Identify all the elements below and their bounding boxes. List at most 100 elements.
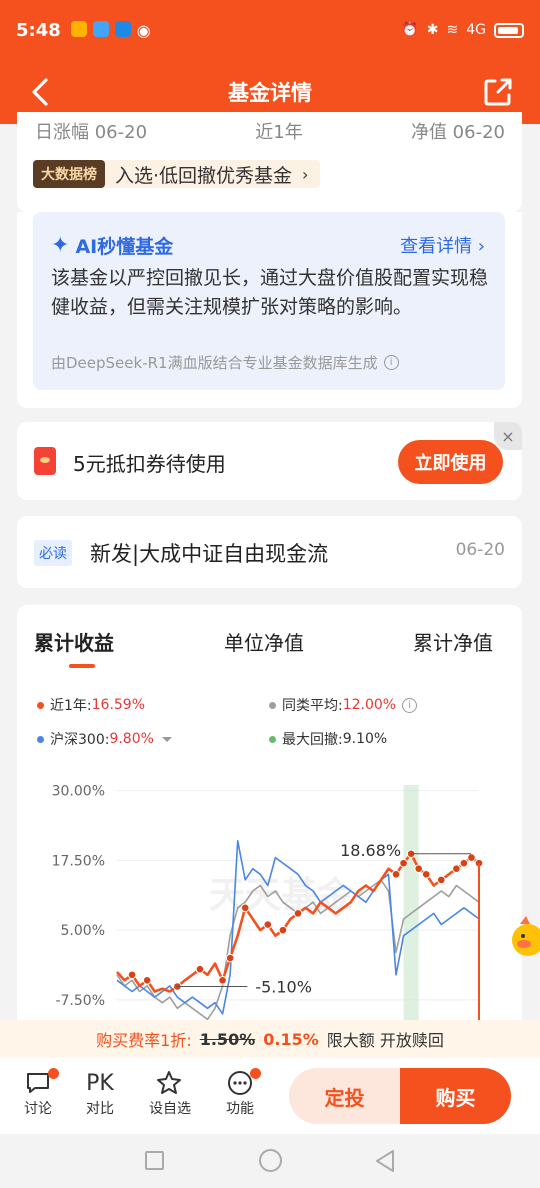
eye-icon: ◉ (136, 20, 151, 40)
legend-hs300-value: 9.80% (109, 731, 154, 747)
ai-more-label: 查看详情 (400, 236, 473, 257)
legend-drawdown-label: 最大回撤: (282, 732, 343, 748)
y-tick-label: 30.00% (52, 784, 105, 800)
fee-note: 限大额 开放赎回 (326, 1031, 444, 1050)
info-icon[interactable]: i (402, 697, 418, 713)
big-data-ranking[interactable]: 大数据榜 入选·低回撤优秀基金 › (33, 160, 321, 188)
more-dots-icon (215, 1068, 265, 1098)
ai-title: AI秒懂基金 (75, 236, 174, 258)
tab-cumulative-nav[interactable]: 累计净值 (413, 627, 493, 656)
watch-label: 设自选 (149, 1101, 191, 1117)
more-functions-button[interactable]: 功能 (215, 1068, 265, 1118)
alarm-icon: ⏰ (401, 22, 419, 38)
trade-point (293, 909, 303, 918)
discuss-label: 讨论 (24, 1101, 52, 1117)
tab-cumulative-return[interactable]: 累计收益 (34, 627, 114, 656)
legend-hs300-label: 沪深300: (50, 732, 110, 748)
message-notification-icon (92, 20, 109, 37)
bottom-action-bar: 讨论 PK 对比 设自选 功能 定投 购买 (0, 1058, 540, 1134)
discuss-button[interactable]: 讨论 (13, 1068, 63, 1118)
legend-dot-peer (269, 701, 276, 709)
legend-dot-drawdown (269, 735, 276, 743)
stat-nav-label: 净值 06-20 (410, 122, 505, 143)
stats-row-cut: 日涨幅 06-20 近1年 净值 06-20 (35, 118, 505, 144)
trade-point (225, 953, 235, 963)
trade-point (195, 964, 205, 974)
system-nav-bar (0, 1134, 540, 1188)
chevron-down-icon (161, 736, 172, 742)
notification-dot (250, 1068, 261, 1079)
page-title: 基金详情 (228, 81, 312, 105)
chat-bubble-icon (13, 1068, 63, 1098)
use-coupon-button[interactable]: 立即使用 (398, 440, 503, 484)
notification-icons: ◉ (70, 20, 151, 40)
legend-drawdown-value: 9.10% (342, 731, 388, 747)
fee-original: 1.50% (199, 1029, 256, 1049)
trade-point (452, 864, 461, 874)
legend-1y-label: 近1年: (50, 698, 92, 714)
back-arrow-icon[interactable] (22, 72, 62, 112)
ai-header: ✦ AI秒懂基金 (51, 232, 173, 259)
performance-card: 累计收益 单位净值 累计净值 近1年: 16.59% 同类平均: 12.00% … (17, 605, 522, 1035)
big-data-text: 入选·低回撤优秀基金 (115, 164, 293, 187)
buy-button[interactable]: 购买 (400, 1068, 511, 1124)
stat-1y-label: 近1年 (255, 122, 303, 143)
y-tick-label: -7.50% (55, 993, 105, 1009)
trade-point (459, 858, 469, 868)
mascot-icon[interactable] (506, 912, 540, 962)
app-notification-icon (70, 20, 87, 37)
system-back-icon[interactable] (373, 1148, 397, 1174)
return-chart[interactable]: 30.00%17.50%5.00%-7.50%天天基金18.68%-5.10% (17, 765, 522, 1025)
min-annotation-label: -5.10% (255, 977, 312, 996)
ai-body-text: 该基金以严控回撤见长，通过大盘价值股配置实现稳健收益，但需关注规模扩张对策略的影… (51, 267, 489, 318)
y-tick-label: 5.00% (61, 923, 105, 939)
trade-point (142, 976, 152, 985)
coupon-text: 5元抵扣券待使用 (73, 452, 226, 476)
ai-more-link[interactable]: 查看详情 › (400, 232, 485, 258)
fee-bar: 购买费率1折: 1.50% 0.15% 限大额 开放赎回 (0, 1020, 540, 1058)
legend-peer-value: 12.00% (342, 697, 397, 713)
wifi-icon: ≋ (446, 22, 459, 38)
fee-prefix: 购买费率1折: (96, 1031, 192, 1050)
star-plus-icon (145, 1068, 195, 1098)
trade-point (240, 903, 250, 913)
recent-apps-icon[interactable] (145, 1151, 164, 1170)
legend-hs300[interactable]: 沪深300: 9.80% (37, 729, 172, 749)
legend-dot-fund (37, 701, 44, 709)
tab-underline (69, 664, 95, 668)
home-icon[interactable] (259, 1149, 282, 1172)
trade-point (467, 853, 476, 862)
red-packet-icon (34, 447, 56, 475)
trade-point (436, 875, 446, 885)
close-icon[interactable]: × (494, 422, 522, 450)
sparkle-icon: ✦ (51, 233, 70, 258)
ai-footer: 由DeepSeek-R1满血版结合专业基金数据库生成 i (51, 352, 399, 373)
status-right: ⏰ ✱ ≋ 4G (401, 22, 524, 38)
chevron-right-icon: › (302, 164, 309, 184)
add-watchlist-button[interactable]: 设自选 (145, 1068, 195, 1118)
trade-point (399, 858, 408, 868)
trade-point (414, 864, 423, 874)
share-icon[interactable] (478, 72, 518, 112)
info-icon[interactable]: i (383, 355, 399, 370)
battery-icon (494, 22, 524, 38)
bluetooth-icon: ✱ (426, 22, 439, 38)
news-date: 06-20 (455, 540, 505, 560)
auto-invest-button[interactable]: 定投 (289, 1068, 400, 1124)
tab-unit-nav[interactable]: 单位净值 (224, 627, 304, 656)
status-time: 5:48 (16, 19, 61, 41)
fund-summary-card: 日涨幅 06-20 近1年 净值 06-20 大数据榜 入选·低回撤优秀基金 › (17, 112, 522, 212)
ai-footer-text: 由DeepSeek-R1满血版结合专业基金数据库生成 (51, 354, 378, 372)
legend-drawdown: 最大回撤: 9.10% (269, 729, 387, 749)
legend-1y-value: 16.59% (91, 697, 146, 713)
status-bar: 5:48 ◉ ⏰ ✱ ≋ 4G (0, 0, 540, 60)
trade-point (391, 870, 401, 879)
app-notification-icon-2 (114, 20, 131, 37)
news-title: 新发|大成中证自由现金流 (90, 542, 329, 566)
compare-button[interactable]: PK 对比 (75, 1068, 125, 1118)
ai-summary-box: ✦ AI秒懂基金 查看详情 › 该基金以严控回撤见长，通过大盘价值股配置实现稳健… (33, 212, 505, 390)
max-annotation-label: 18.68% (340, 841, 401, 860)
must-read-badge: 必读 (34, 540, 72, 566)
network-label: 4G (466, 22, 486, 38)
news-card[interactable]: 必读 新发|大成中证自由现金流 06-20 (17, 516, 522, 588)
